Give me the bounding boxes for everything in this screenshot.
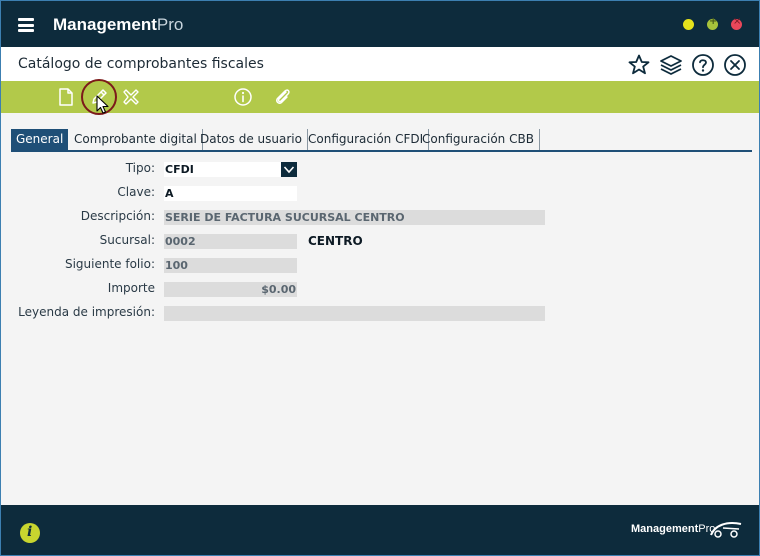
title-bar: ManagementPro bbox=[1, 1, 759, 47]
logo-icon bbox=[710, 522, 742, 538]
star-icon[interactable] bbox=[627, 53, 651, 77]
tab-configuracion-cbb[interactable]: Configuración CBB bbox=[417, 129, 540, 150]
tipo-select[interactable]: CFDI bbox=[164, 162, 281, 177]
maximize-button[interactable] bbox=[707, 16, 718, 30]
app-window: ManagementPro Catálogo de comprobantes f… bbox=[0, 0, 760, 556]
layers-icon[interactable] bbox=[659, 53, 683, 77]
help-icon[interactable] bbox=[691, 53, 715, 77]
tab-datos-de-usuario[interactable]: Datos de usuario bbox=[195, 129, 308, 150]
importe-field[interactable]: $0.00 bbox=[164, 282, 297, 297]
tab-general[interactable]: General bbox=[11, 129, 69, 150]
clave-label: Clave: bbox=[117, 185, 155, 199]
footer-bar: ManagementPro bbox=[1, 505, 759, 555]
descripcion-field[interactable]: SERIE DE FACTURA SUCURSAL CENTRO bbox=[164, 210, 545, 225]
tab-configuracion-cfdi[interactable]: Configuración CFDI bbox=[303, 129, 430, 150]
page-title: Catálogo de comprobantes fiscales bbox=[18, 56, 264, 72]
siguiente-folio-field[interactable]: 100 bbox=[164, 258, 297, 273]
sucursal-field[interactable]: 0002 bbox=[164, 234, 297, 249]
attachment-icon[interactable] bbox=[273, 87, 293, 107]
leyenda-field[interactable] bbox=[164, 306, 545, 321]
tab-bar: General Comprobante digital Datos de usu… bbox=[11, 129, 752, 152]
close-icon[interactable] bbox=[723, 53, 747, 77]
page-header: Catálogo de comprobantes fiscales bbox=[1, 47, 759, 81]
mouse-pointer-icon bbox=[96, 95, 109, 114]
tab-comprobante-digital[interactable]: Comprobante digital bbox=[69, 129, 203, 150]
sucursal-label: Sucursal: bbox=[99, 233, 155, 247]
siguiente-folio-label: Siguiente folio: bbox=[64, 257, 155, 271]
info-icon[interactable] bbox=[233, 87, 253, 107]
sucursal-name: CENTRO bbox=[308, 234, 363, 248]
toolbar bbox=[1, 81, 759, 113]
info-circle-icon[interactable] bbox=[20, 523, 40, 543]
menu-icon[interactable] bbox=[18, 18, 34, 32]
new-document-icon[interactable] bbox=[56, 87, 76, 107]
close-window-button[interactable] bbox=[731, 16, 742, 30]
clave-field[interactable]: A bbox=[164, 186, 297, 201]
delete-x-icon[interactable] bbox=[121, 87, 141, 107]
minimize-button[interactable] bbox=[683, 19, 694, 30]
importe-label: Importe bbox=[107, 281, 155, 295]
app-brand: ManagementPro bbox=[53, 15, 184, 34]
leyenda-label: Leyenda de impresión: bbox=[18, 305, 155, 319]
footer-brand: ManagementPro bbox=[631, 523, 716, 535]
descripcion-label: Descripción: bbox=[80, 209, 155, 223]
chevron-down-icon[interactable] bbox=[281, 162, 297, 177]
tipo-label: Tipo: bbox=[125, 161, 155, 175]
